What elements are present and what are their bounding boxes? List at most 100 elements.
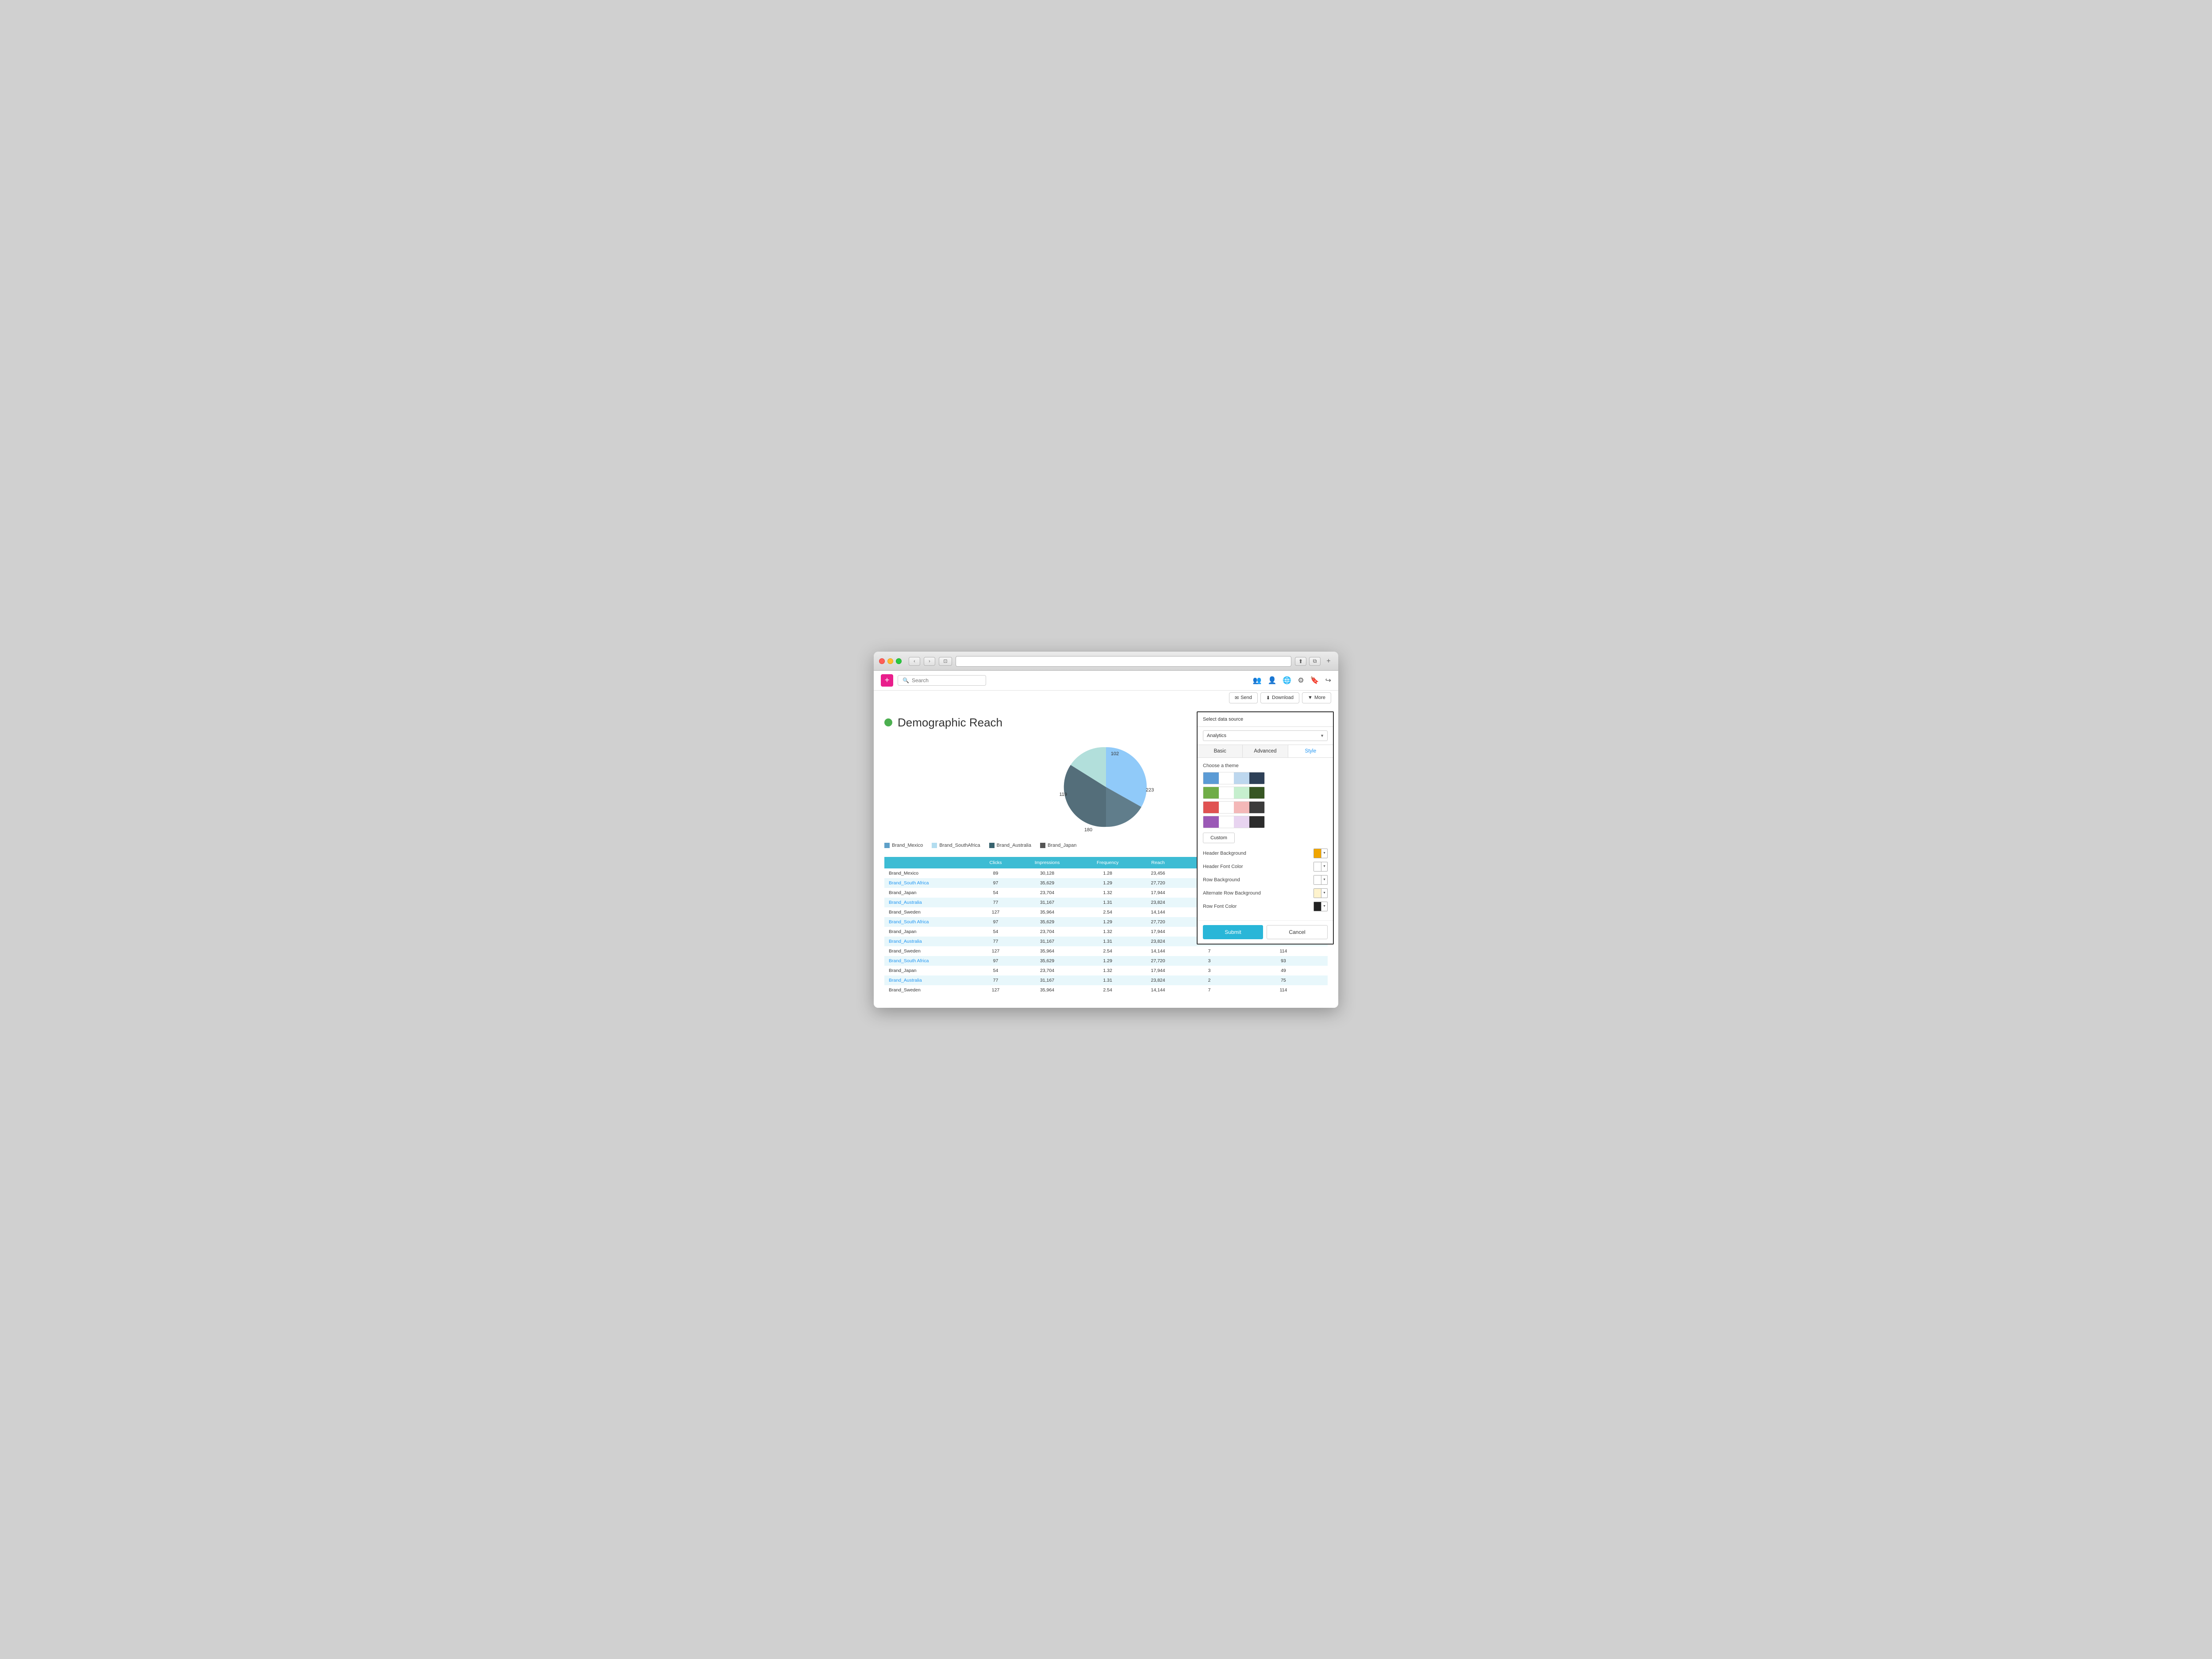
forward-button[interactable]: › [924,657,935,666]
cell-clicks: 89 [976,868,1016,878]
browser-window: ‹ › ⊡ ⬆ ⧉ + + 🔍 👥 👤 🌐 ⚙ 🔖 ↪ ✉ Send [874,652,1338,1008]
cell-frequency: 1.29 [1079,917,1137,927]
svg-text:119: 119 [1059,792,1067,797]
bookmark-icon[interactable]: 🔖 [1310,676,1319,685]
settings-icon[interactable]: ⚙ [1298,676,1304,685]
cell-likes: 2 [1179,975,1239,985]
send-button[interactable]: ✉ Send [1229,692,1258,703]
cell-impressions: 23,704 [1015,966,1079,975]
color-label-alt-row-bg: Alternate Row Background [1203,891,1310,896]
data-source-section: Analytics ▼ [1198,727,1333,745]
browser-titlebar: ‹ › ⊡ ⬆ ⧉ + [874,652,1338,671]
color-label-header-font: Header Font Color [1203,864,1310,869]
legend-color-mexico [884,843,890,848]
cell-name: Brand_Sweden [884,907,976,917]
color-row-row-bg: Row Background ▼ [1203,875,1328,885]
search-box[interactable]: 🔍 [898,675,986,686]
cell-likes: 3 [1179,966,1239,975]
cell-reach: 17,944 [1137,966,1179,975]
cell-frequency: 1.29 [1079,956,1137,966]
cell-impressions: 35,629 [1015,878,1079,888]
cell-reach: 14,144 [1137,946,1179,956]
exit-icon[interactable]: ↪ [1325,676,1331,685]
tab-advanced[interactable]: Advanced [1243,745,1288,757]
duplicate-button[interactable]: ⧉ [1309,657,1321,666]
cell-name: Brand_Mexico [884,868,976,878]
theme-row-green[interactable] [1203,787,1265,799]
more-icon: ▼ [1308,695,1313,700]
color-swatch-alt-row-bg [1314,889,1321,898]
color-row-header-bg: Header Background ▼ [1203,849,1328,858]
tab-style[interactable]: Style [1288,745,1333,757]
cell-impressions: 35,964 [1015,946,1079,956]
more-button[interactable]: ▼ More [1302,692,1331,703]
new-tab-button[interactable]: + [1324,657,1333,666]
back-button[interactable]: ‹ [909,657,920,666]
table-row: Brand_Australia 77 31,167 1.31 23,824 2 … [884,975,1328,985]
close-button[interactable] [879,658,885,664]
cell-reach: 17,944 [1137,888,1179,898]
color-picker-header-bg[interactable]: ▼ [1313,849,1328,858]
color-swatch-header-font [1314,862,1321,871]
color-dropdown-arrow-icon: ▼ [1321,865,1327,868]
pie-chart: 102 223 180 119 [1044,738,1168,836]
cell-clicks: 127 [976,907,1016,917]
color-dropdown-arrow-icon: ▼ [1321,905,1327,908]
cell-clicks: 54 [976,927,1016,937]
theme-row-purple[interactable] [1203,816,1265,828]
color-label-row-bg: Row Background [1203,877,1310,883]
traffic-lights [879,658,902,664]
cell-clicks: 54 [976,888,1016,898]
cell-name: Brand_Japan [884,927,976,937]
cell-name: Brand_Japan [884,966,976,975]
submit-button[interactable]: Submit [1203,925,1263,939]
col-header-clicks: Clicks [976,857,1016,868]
cell-likes: 7 [1179,946,1239,956]
theme-swatch [1249,802,1265,813]
svg-text:180: 180 [1084,827,1092,833]
cell-engagement: 75 [1239,975,1328,985]
color-dropdown-arrow-icon: ▼ [1321,891,1327,895]
svg-text:223: 223 [1146,787,1154,793]
cell-reach: 14,144 [1137,907,1179,917]
download-icon: ⬇ [1266,695,1270,701]
add-button[interactable]: + [881,674,893,687]
sidebar-toggle-button[interactable]: ⊡ [939,657,952,666]
people-icon[interactable]: 👥 [1253,676,1262,685]
download-button[interactable]: ⬇ Download [1260,692,1299,703]
globe-icon[interactable]: 🌐 [1283,676,1291,685]
cell-clicks: 77 [976,898,1016,907]
cell-name: Brand_South Africa [884,917,976,927]
color-picker-header-font[interactable]: ▼ [1313,862,1328,872]
cell-name: Brand_Sweden [884,985,976,995]
share-button[interactable]: ⬆ [1295,657,1306,666]
cell-frequency: 1.29 [1079,878,1137,888]
search-input[interactable] [912,677,969,684]
tab-basic[interactable]: Basic [1198,745,1243,757]
url-bar[interactable] [956,656,1291,667]
theme-row-red[interactable] [1203,801,1265,814]
cell-reach: 27,720 [1137,956,1179,966]
custom-button[interactable]: Custom [1203,833,1235,843]
color-picker-row-bg[interactable]: ▼ [1313,875,1328,885]
color-picker-row-font[interactable]: ▼ [1313,902,1328,911]
cell-impressions: 35,964 [1015,907,1079,917]
theme-swatch [1203,787,1219,799]
theme-grid [1203,772,1328,828]
legend-label-japan: Brand_Japan [1048,843,1076,848]
theme-row-blue[interactable] [1203,772,1265,784]
legend-color-southafrica [932,843,937,848]
cell-impressions: 31,167 [1015,937,1079,946]
maximize-button[interactable] [896,658,902,664]
datasource-select[interactable]: Analytics [1203,730,1328,741]
user-icon[interactable]: 👤 [1267,676,1276,685]
chart-title: Demographic Reach [898,716,1002,730]
page-toolbar: + 🔍 👥 👤 🌐 ⚙ 🔖 ↪ [874,671,1338,691]
cell-clicks: 77 [976,937,1016,946]
color-picker-alt-row-bg[interactable]: ▼ [1313,888,1328,898]
minimize-button[interactable] [887,658,893,664]
legend-item: Brand_Japan [1040,843,1076,848]
theme-swatch [1234,802,1249,813]
cancel-button[interactable]: Cancel [1267,925,1328,939]
theme-swatch [1203,772,1219,784]
